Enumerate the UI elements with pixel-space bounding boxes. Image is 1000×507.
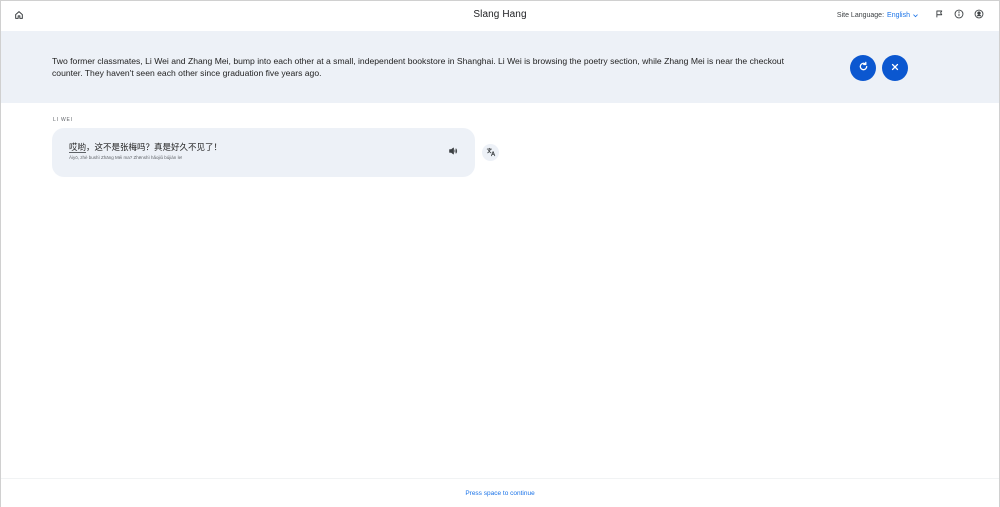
info-icon: [954, 9, 964, 21]
top-bar: Slang Hang Site Language: English: [1, 1, 999, 31]
account-button[interactable]: [973, 9, 985, 21]
app-frame: Slang Hang Site Language: English Two fo…: [0, 0, 1000, 507]
slang-term[interactable]: 哎哟: [69, 143, 86, 153]
speaker-name: LI WEI: [53, 117, 73, 123]
site-language-select[interactable]: English: [887, 12, 919, 19]
message-text: 哎哟，这不是张梅吗？真是好久不见了！: [69, 141, 222, 153]
continue-hint[interactable]: Press space to continue: [1, 490, 999, 497]
report-button[interactable]: [933, 9, 945, 21]
account-icon: [974, 9, 984, 21]
site-language-value: English: [887, 11, 910, 19]
close-button[interactable]: [882, 55, 908, 81]
volume-icon: [448, 143, 458, 161]
translate-icon: [486, 144, 496, 162]
scenario-description: Two former classmates, Li Wei and Zhang …: [52, 56, 784, 78]
message-pinyin: Āiyō, zhè bushì Zhāng Méi ma? Zhēnshì hǎ…: [69, 155, 183, 160]
info-button[interactable]: [953, 9, 965, 21]
refresh-button[interactable]: [850, 55, 876, 81]
message-text-rest: ，这不是张梅吗？真是好久不见了！: [86, 143, 223, 153]
refresh-icon: [858, 59, 869, 77]
site-language-label: Site Language:: [836, 11, 885, 19]
chevron-down-icon: [912, 12, 919, 19]
play-audio-button[interactable]: [447, 146, 459, 158]
message-bubble: 哎哟，这不是张梅吗？真是好久不见了！ Āiyō, zhè bushì Zhāng…: [52, 128, 475, 177]
header-actions: Site Language: English: [837, 9, 985, 21]
flag-icon: [935, 9, 944, 21]
close-icon: [890, 59, 900, 77]
scenario-banner: Two former classmates, Li Wei and Zhang …: [1, 31, 999, 103]
translate-button[interactable]: [482, 144, 499, 161]
footer: Press space to continue: [1, 478, 999, 507]
